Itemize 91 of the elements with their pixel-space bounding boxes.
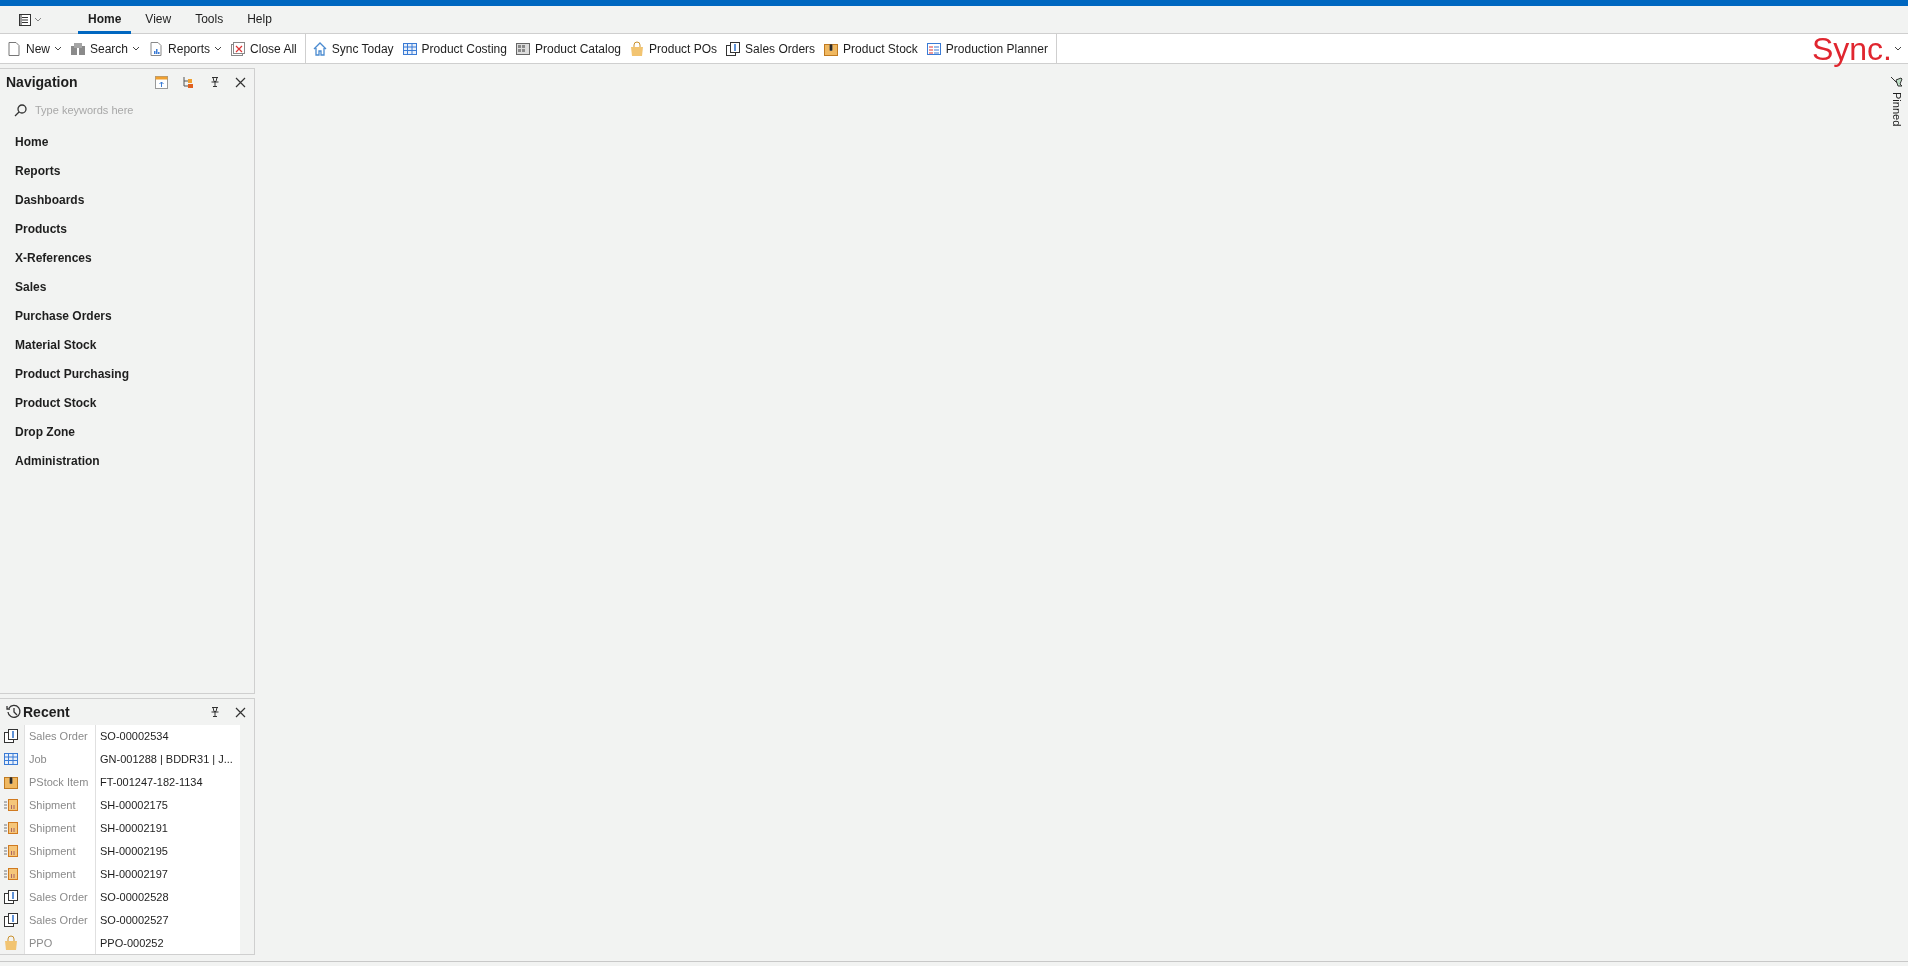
grid-icon <box>401 40 418 57</box>
nav-item[interactable]: Purchase Orders <box>0 301 118 330</box>
recent-row[interactable]: Shipment SH-00002175 <box>0 793 240 817</box>
item-type: Shipment <box>29 822 76 834</box>
nav-item[interactable]: Material Stock <box>0 330 103 359</box>
item-number: SH-00002175 <box>100 799 168 812</box>
item-number: FT-001247-182-1134 <box>100 776 203 789</box>
shipping-box-icon <box>3 797 19 814</box>
item-number: SH-00002197 <box>100 867 168 880</box>
item-number: SO-00002534 <box>100 730 169 743</box>
pinned-tab[interactable]: Pinned <box>1891 92 1903 127</box>
recent-row[interactable]: Shipment SH-00002195 <box>0 839 240 863</box>
menu-tab[interactable]: Tools <box>185 8 234 34</box>
recent-row[interactable]: Sales Order SO-00002527 <box>0 908 240 931</box>
tree-icon[interactable] <box>182 75 195 89</box>
box-icon <box>3 774 19 791</box>
item-number: SO-00002528 <box>100 890 169 903</box>
nav-item[interactable]: Home <box>0 127 55 156</box>
caret-icon <box>54 46 62 51</box>
toolbar-button[interactable]: Sync Today <box>307 37 398 60</box>
house-icon <box>311 40 328 57</box>
item-number: SH-00002195 <box>100 844 168 857</box>
nav-item[interactable]: Drop Zone <box>0 417 81 446</box>
catalog-icon <box>515 40 531 57</box>
toolbar-button[interactable]: Reports <box>144 37 227 60</box>
pin-icon[interactable] <box>1890 76 1904 90</box>
item-type: Shipment <box>29 867 76 880</box>
pin-icon[interactable] <box>209 76 221 88</box>
layout-icon[interactable] <box>155 75 168 89</box>
toolbar-button[interactable]: Product Stock <box>819 37 922 60</box>
panel-title: Navigation <box>6 74 79 90</box>
recent-row[interactable]: Shipment SH-00002191 <box>0 816 240 840</box>
item-type: Sales Order <box>29 890 88 903</box>
item-type: PStock Item <box>29 776 89 789</box>
page-icon <box>6 40 22 57</box>
windows-close-icon <box>230 40 247 57</box>
shipping-box-icon <box>3 865 19 882</box>
pin-icon[interactable] <box>209 706 221 718</box>
toolbar-button[interactable]: Product Costing <box>397 37 511 60</box>
toolbar-button[interactable]: Sales Orders <box>721 37 820 60</box>
recent-row[interactable]: Sales Order SO-00002528 <box>0 885 240 909</box>
recent-row[interactable]: PStock Item FT-001247-182-1134 <box>0 770 240 794</box>
menu-tab[interactable]: Help <box>237 8 282 34</box>
nav-item[interactable]: Product Stock <box>0 388 103 417</box>
shipping-box-icon <box>3 820 19 836</box>
nav-item[interactable]: Products <box>0 214 73 243</box>
item-type: Sales Order <box>29 730 88 743</box>
recent-row[interactable]: Sales Order SO-00002534 <box>0 725 240 748</box>
report-icon <box>148 40 165 57</box>
nav-item[interactable]: Dashboards <box>0 185 91 214</box>
item-type: Sales Order <box>29 913 88 926</box>
toolbar-button[interactable]: Product POs <box>625 37 722 60</box>
bag-icon <box>3 934 19 951</box>
toolbar-button[interactable]: New <box>2 37 66 60</box>
history-icon <box>6 704 22 720</box>
close-icon[interactable] <box>235 76 246 88</box>
nav-item[interactable]: Administration <box>0 446 106 475</box>
item-number: GN-001288 | BDDR31 | J... <box>100 753 233 766</box>
list-icon <box>18 12 32 27</box>
toolbar-button[interactable]: Product Catalog <box>511 37 626 60</box>
search-icon <box>14 103 27 117</box>
close-icon[interactable] <box>235 706 246 718</box>
toolbar-button[interactable]: Search <box>66 37 145 60</box>
panel-title: Recent <box>23 704 70 720</box>
planner-icon <box>925 40 942 57</box>
item-number: PPO-000252 <box>100 936 164 949</box>
nav-item[interactable]: Sales <box>0 272 53 301</box>
caret-icon <box>132 46 141 51</box>
search-field[interactable]: Type keywords here <box>33 103 227 117</box>
nav-item[interactable]: X-References <box>0 243 98 272</box>
nav-item[interactable]: Reports <box>0 156 67 185</box>
item-number: SO-00002527 <box>100 913 169 926</box>
toolbar-button[interactable]: Close All <box>226 37 301 60</box>
shipping-box-icon <box>3 842 19 859</box>
item-type: Job <box>29 753 47 766</box>
toolbar-button[interactable]: Production Planner <box>921 37 1052 60</box>
item-type: PPO <box>29 936 53 949</box>
grid-icon <box>3 751 19 768</box>
caret-icon <box>1894 46 1902 51</box>
recent-row[interactable]: Job GN-001288 | BDDR31 | J... <box>0 747 240 771</box>
bag-icon <box>629 40 646 57</box>
recent-row[interactable]: PPO PPO-000252 <box>0 931 240 954</box>
menu-tab[interactable]: View <box>135 8 182 34</box>
caret-icon <box>34 17 42 22</box>
item-type: Shipment <box>29 844 76 857</box>
item-number: SH-00002191 <box>100 822 168 834</box>
binoculars-icon <box>70 40 86 57</box>
nav-item[interactable]: Product Purchasing <box>0 359 136 388</box>
item-type: Shipment <box>29 799 76 812</box>
caret-icon <box>214 46 223 51</box>
recent-row[interactable]: Shipment SH-00002197 <box>0 862 240 886</box>
